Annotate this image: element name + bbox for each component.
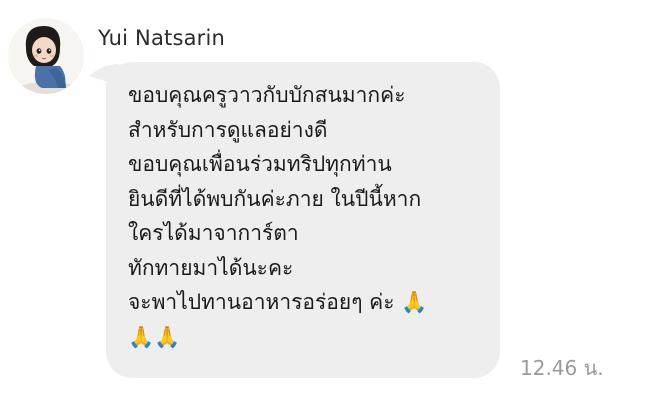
- message-timestamp: 12.46 น.: [520, 356, 604, 380]
- message-text: ขอบคุณครูวาวกับบักสนมากค่ะ สำหรับการดูแล…: [128, 83, 428, 349]
- avatar[interactable]: [8, 18, 84, 94]
- sender-name: Yui Natsarin: [98, 26, 226, 50]
- girl-avatar-icon: [8, 18, 84, 94]
